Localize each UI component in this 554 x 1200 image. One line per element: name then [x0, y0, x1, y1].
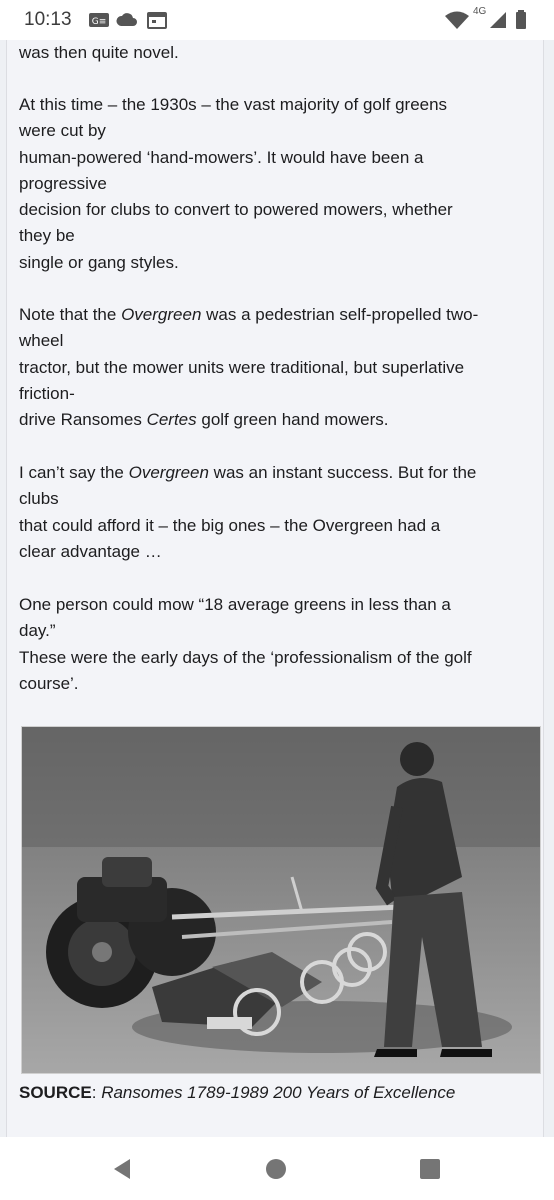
battery-icon — [516, 10, 526, 29]
cloud-icon — [116, 13, 137, 26]
navigation-bar — [0, 1137, 554, 1200]
recents-icon[interactable] — [410, 1149, 450, 1189]
wifi-icon — [445, 11, 469, 29]
paragraph-text: I can’t say the — [19, 463, 129, 482]
emphasis-overgreen: Overgreen — [121, 305, 202, 324]
web-page: was then quite novel. At this time – the… — [0, 40, 554, 1137]
emphasis-certes: Certes — [146, 410, 197, 430]
paragraph-success: I can’t say the Overgreen was an instant… — [19, 460, 535, 565]
paragraph-text: golf green hand mowers. — [196, 410, 389, 430]
paragraph-text: Note that the — [19, 305, 122, 324]
status-bar: 10:13 G≡ 4G — [0, 0, 554, 40]
overgreen-photo — [21, 726, 541, 1074]
status-time: 10:13 — [24, 9, 72, 30]
overgreen-photo-image — [22, 727, 540, 1073]
calendar-icon — [147, 12, 167, 29]
paragraph-intro: was then quite novel. — [19, 43, 179, 62]
svg-text:G≡: G≡ — [92, 17, 107, 27]
back-icon[interactable] — [102, 1149, 142, 1189]
paragraph-overgreen-note: Note that the Overgreen was a pedestrian… — [19, 302, 535, 433]
emphasis-overgreen: Overgreen — [128, 463, 209, 482]
news-icon: G≡ — [89, 13, 109, 27]
caption-source: Ransomes 1789-1989 200 Years of Excellen… — [101, 1083, 456, 1102]
paragraph-greens: One person could mow “18 average greens … — [19, 595, 472, 693]
network-type: 4G — [473, 6, 487, 17]
caption-label: SOURCE — [19, 1083, 92, 1102]
caption-separator: : — [91, 1083, 102, 1102]
article-content: was then quite novel. At this time – the… — [6, 40, 544, 1137]
paragraph-1930s: At this time – the 1930s – the vast majo… — [19, 95, 453, 272]
signal-icon — [490, 12, 506, 28]
home-icon[interactable] — [256, 1149, 296, 1189]
photo-caption: SOURCE: Ransomes 1789-1989 200 Years of … — [19, 1083, 455, 1103]
